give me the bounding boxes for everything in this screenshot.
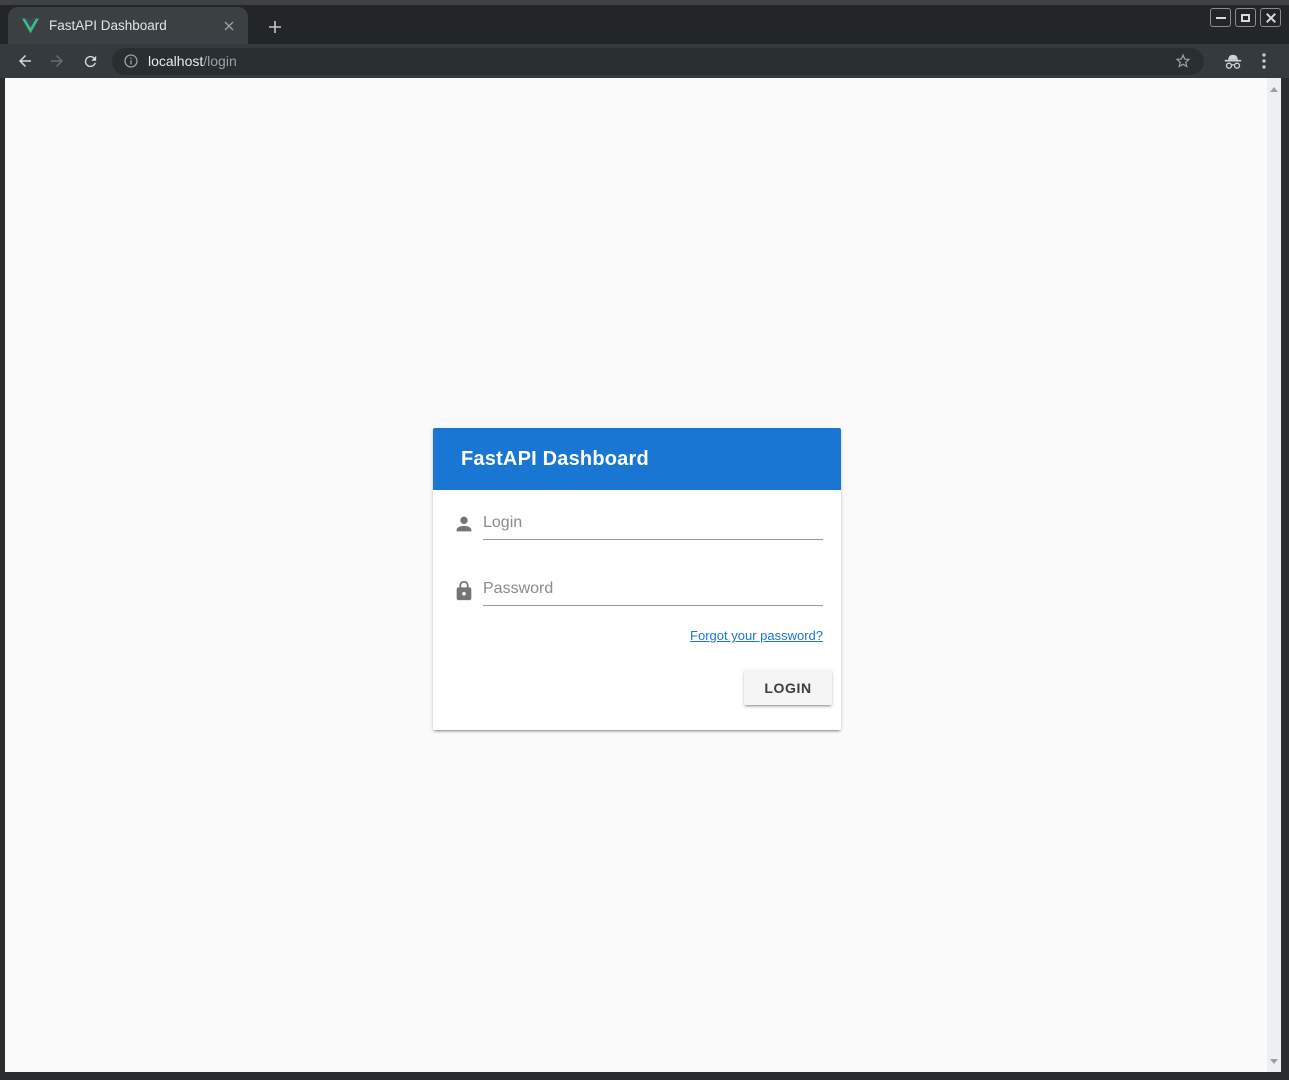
tab-strip: FastAPI Dashboard: [0, 5, 1289, 44]
password-input[interactable]: [483, 572, 823, 606]
browser-tab[interactable]: FastAPI Dashboard: [8, 7, 248, 44]
scroll-down-arrow-icon[interactable]: [1267, 1054, 1281, 1068]
browser-menu-button[interactable]: [1251, 47, 1277, 75]
close-icon: [1266, 13, 1276, 23]
kebab-menu-icon: [1262, 53, 1266, 69]
back-button[interactable]: [11, 47, 39, 75]
info-icon: [123, 53, 139, 69]
reload-icon: [82, 53, 99, 70]
tab-close-icon[interactable]: [220, 17, 238, 35]
tab-title: FastAPI Dashboard: [49, 18, 220, 33]
star-outline-icon: [1174, 52, 1192, 70]
incognito-icon: [1220, 47, 1246, 75]
scroll-up-arrow-icon[interactable]: [1267, 82, 1281, 96]
browser-toolbar: localhost/login: [0, 44, 1289, 78]
back-arrow-icon: [16, 52, 34, 70]
vue-logo-icon: [22, 18, 39, 34]
login-card-body: Forgot your password? LOGIN: [433, 490, 841, 730]
login-card-title: FastAPI Dashboard: [461, 448, 649, 471]
new-tab-button[interactable]: [262, 14, 288, 40]
login-button[interactable]: LOGIN: [744, 670, 832, 705]
login-input[interactable]: [483, 506, 823, 540]
login-card-header: FastAPI Dashboard: [433, 428, 841, 490]
page-viewport: FastAPI Dashboard Forgot your password? …: [5, 78, 1267, 1072]
minimize-icon: [1216, 17, 1226, 19]
forgot-password-link[interactable]: Forgot your password?: [690, 628, 823, 643]
reload-button[interactable]: [76, 47, 104, 75]
url-path: /login: [203, 53, 236, 69]
maximize-icon: [1241, 14, 1250, 22]
address-bar[interactable]: localhost/login: [112, 48, 1204, 75]
url-text: localhost/login: [148, 53, 1172, 69]
login-card: FastAPI Dashboard Forgot your password? …: [433, 428, 841, 730]
url-host: localhost: [148, 53, 203, 69]
browser-window: FastAPI Dashboard localhost/login: [0, 0, 1289, 1080]
lock-icon: [453, 580, 475, 602]
forward-arrow-icon: [48, 52, 66, 70]
close-button[interactable]: [1260, 8, 1281, 27]
page-scrollbar[interactable]: [1267, 78, 1281, 1072]
maximize-button[interactable]: [1235, 8, 1256, 27]
minimize-button[interactable]: [1210, 8, 1231, 27]
window-controls: [1210, 8, 1281, 27]
person-icon: [453, 513, 475, 535]
forward-button[interactable]: [43, 47, 71, 75]
bookmark-star-button[interactable]: [1172, 50, 1194, 72]
